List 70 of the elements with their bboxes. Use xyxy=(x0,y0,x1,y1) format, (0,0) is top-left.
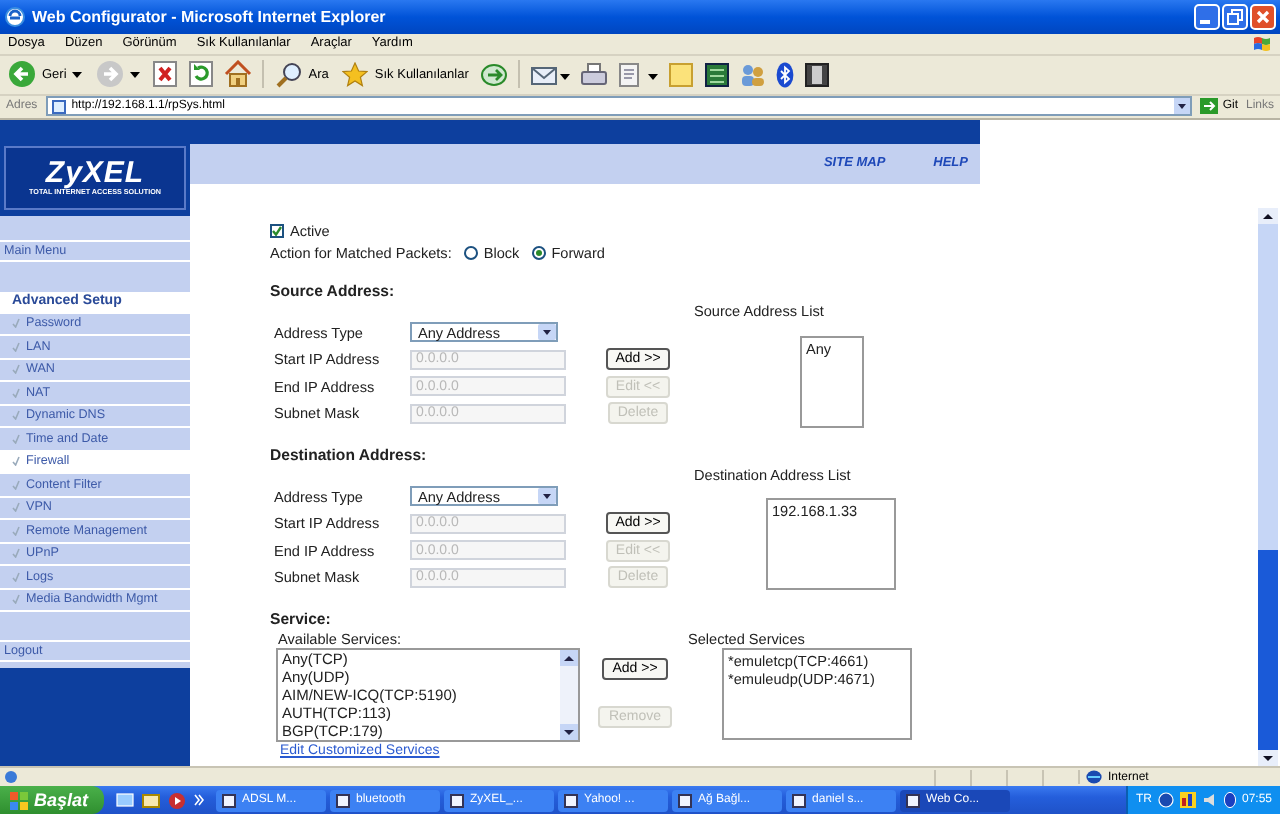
scroll-down-icon[interactable] xyxy=(1258,750,1278,767)
tick-icon xyxy=(12,548,20,559)
go-arrow-icon xyxy=(1200,98,1219,115)
window-title: Web Configurator - Microsoft Internet Explorer xyxy=(32,7,388,26)
stop-icon[interactable] xyxy=(152,60,179,89)
window-icon xyxy=(678,793,693,807)
start-button[interactable]: Başlat xyxy=(0,786,105,814)
tick-icon xyxy=(12,594,20,605)
media-player-icon[interactable] xyxy=(168,791,187,809)
restore-button[interactable] xyxy=(1222,3,1248,30)
flag-logo-icon xyxy=(1252,34,1272,53)
tick-icon xyxy=(12,387,20,398)
film-icon[interactable] xyxy=(804,61,831,88)
tick-icon xyxy=(12,571,20,582)
window-icon xyxy=(906,793,921,807)
caret-icon xyxy=(130,71,141,78)
refresh-icon[interactable] xyxy=(188,60,215,89)
window-icon xyxy=(450,793,465,807)
logo-text: ZyXEL xyxy=(45,158,145,189)
desktop-icon[interactable] xyxy=(116,791,135,809)
tick-icon xyxy=(12,456,20,467)
mail-icon[interactable] xyxy=(530,61,571,88)
search-icon xyxy=(276,61,303,88)
scroll-down-icon[interactable] xyxy=(560,723,578,740)
bluetooth-icon[interactable] xyxy=(1223,792,1236,808)
scroll-up-icon[interactable] xyxy=(560,649,578,666)
tick-icon xyxy=(12,433,20,444)
checkbox[interactable] xyxy=(270,223,284,238)
tick-icon xyxy=(12,318,20,329)
dropdown-arrow-icon xyxy=(538,488,556,505)
minimize-button[interactable] xyxy=(1194,3,1220,30)
page-icon xyxy=(51,99,66,114)
spreadsheet-icon[interactable] xyxy=(704,61,731,88)
edit-document-icon[interactable] xyxy=(618,61,659,88)
scroll-thumb[interactable] xyxy=(1258,550,1278,751)
flag-logo-icon xyxy=(10,791,28,809)
history-icon[interactable] xyxy=(480,61,509,88)
browser-icon xyxy=(4,5,26,28)
dropdown-arrow-icon xyxy=(538,324,556,341)
tick-icon xyxy=(12,479,20,490)
back-arrow-icon xyxy=(8,60,36,89)
forward-arrow-icon xyxy=(96,60,125,89)
tick-icon xyxy=(12,525,20,536)
caret-icon xyxy=(72,71,83,78)
page-icon xyxy=(4,770,18,785)
list-scrollbar[interactable] xyxy=(560,649,578,740)
dropdown-arrow-icon[interactable] xyxy=(1174,98,1191,115)
home-icon[interactable] xyxy=(224,60,253,89)
tick-icon xyxy=(12,502,20,513)
window-icon xyxy=(564,793,579,807)
page-scrollbar[interactable] xyxy=(1258,207,1278,767)
tick-icon xyxy=(12,410,20,421)
tick-icon xyxy=(12,341,20,352)
chevron-icon[interactable] xyxy=(194,794,205,806)
window-icon xyxy=(336,793,351,807)
globe-icon xyxy=(1086,770,1102,785)
chart-tray-icon[interactable] xyxy=(1179,792,1196,808)
radio-button[interactable] xyxy=(463,245,478,260)
tick-icon xyxy=(12,364,20,375)
printer-icon[interactable] xyxy=(580,61,609,88)
window-icon xyxy=(222,793,237,807)
star-icon xyxy=(342,61,369,88)
radio-button[interactable] xyxy=(531,245,546,260)
check-mark-icon xyxy=(272,225,282,236)
forward-button[interactable] xyxy=(94,60,143,89)
close-button[interactable] xyxy=(1250,3,1276,30)
bluetooth-icon[interactable] xyxy=(776,61,795,88)
network-icon[interactable] xyxy=(1157,792,1174,808)
scroll-up-icon[interactable] xyxy=(1258,207,1278,224)
window-icon xyxy=(792,793,807,807)
